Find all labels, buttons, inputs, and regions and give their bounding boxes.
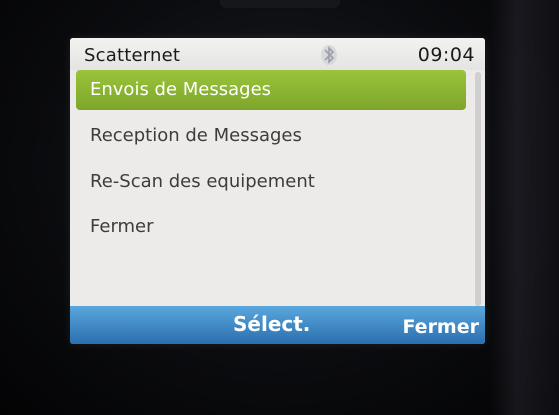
phone-top-bezel — [220, 0, 340, 8]
clock: 09:04 — [417, 44, 475, 66]
close-softkey[interactable]: Fermer — [402, 316, 479, 338]
bluetooth-icon — [319, 44, 339, 66]
phone-device: Scatternet 09:04 Envois de Messages Rece… — [0, 0, 559, 415]
menu-item-envois-de-messages[interactable]: Envois de Messages — [76, 70, 466, 110]
status-bar: Scatternet 09:04 — [70, 38, 485, 70]
menu-item-re-scan-des-equipement[interactable]: Re-Scan des equipement — [76, 162, 466, 202]
scrollbar[interactable] — [475, 72, 481, 306]
phone-side-edge — [489, 0, 559, 415]
select-softkey[interactable]: Sélect. — [233, 312, 310, 336]
scroll-thumb[interactable] — [475, 72, 481, 306]
menu-item-reception-de-messages[interactable]: Reception de Messages — [76, 116, 466, 156]
phone-screen: Scatternet 09:04 Envois de Messages Rece… — [70, 38, 485, 344]
app-title: Scatternet — [84, 45, 181, 66]
menu-item-fermer[interactable]: Fermer — [76, 207, 466, 247]
menu-list: Envois de Messages Reception de Messages… — [70, 70, 475, 306]
softkey-bar: Sélect. Fermer — [70, 306, 485, 344]
